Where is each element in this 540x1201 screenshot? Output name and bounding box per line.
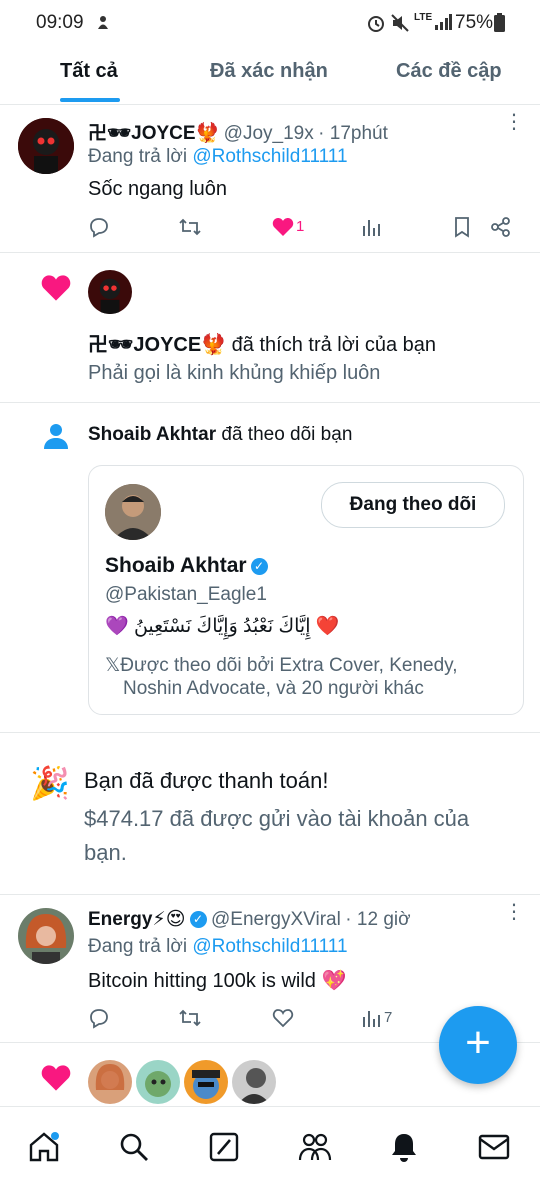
payment-body-line2: bạn. — [84, 840, 127, 865]
communities-icon[interactable] — [298, 1131, 332, 1163]
lte-label: LTE — [414, 12, 433, 23]
views-count: 7 — [384, 1009, 393, 1026]
search-icon[interactable] — [118, 1131, 150, 1163]
payment-body-line1: $474.17 đã được gửi vào tài khoản của — [84, 806, 470, 831]
notifications-icon[interactable] — [388, 1131, 420, 1163]
card-handle[interactable]: @Pakistan_Eagle1 — [105, 584, 267, 606]
notification-tabs: Tất cả Đã xác nhận Các đề cập — [0, 46, 540, 105]
handle[interactable]: @Joy_19x — [224, 123, 314, 144]
avatar[interactable] — [18, 118, 74, 174]
like-icon-filled[interactable] — [272, 217, 294, 237]
tweet-text: Bitcoin hitting 100k is wild 💖 — [88, 970, 347, 992]
avatar[interactable] — [232, 1060, 276, 1104]
display-name[interactable]: 卍🕶JOYCE🐦‍🔥 — [88, 123, 219, 144]
card-bio: 💜 إِيَّاكَ نَعْبُدُ وَإِيَّاكَ نَسْتَعِي… — [105, 616, 340, 637]
timestamp: · 17phút — [318, 123, 388, 144]
tab-all[interactable]: Tất cả — [60, 60, 118, 83]
action-text: đã theo dõi bạn — [221, 424, 353, 445]
more-options-icon[interactable]: ⋮ — [504, 902, 524, 922]
person-icon — [42, 422, 70, 450]
alarm-icon — [366, 13, 386, 33]
messages-icon[interactable] — [478, 1133, 510, 1161]
following-button[interactable]: Đang theo dõi — [321, 482, 505, 528]
action-text: đã thích trả lời của bạn — [231, 334, 437, 356]
more-options-icon[interactable]: ⋮ — [504, 112, 524, 132]
payment-title[interactable]: Bạn đã được thanh toán! — [84, 768, 328, 794]
handle[interactable]: @EnergyXViral — [211, 909, 341, 930]
followed-by-line2: Noshin Advocate, và 20 người khác — [123, 678, 424, 699]
avatar[interactable] — [88, 270, 132, 314]
compose-button[interactable]: + — [439, 1006, 517, 1084]
avatar[interactable] — [136, 1060, 180, 1104]
tweet-header: 卍🕶JOYCE🐦‍🔥 @Joy_19x · 17phút — [88, 118, 388, 145]
like-count: 1 — [296, 218, 305, 235]
tweet-text: Sốc ngang luôn — [88, 178, 228, 200]
card-display-name[interactable]: Shoaib Akhtar ✓ — [105, 554, 268, 578]
reply-prefix: Đang trả lời — [88, 146, 188, 167]
bottom-navigation — [0, 1106, 540, 1201]
reply-icon[interactable] — [88, 1007, 110, 1029]
reply-mention[interactable]: @Rothschild11111 — [192, 146, 347, 167]
avatar[interactable] — [88, 1060, 132, 1104]
reply-icon[interactable] — [88, 216, 110, 238]
like-notification-text[interactable]: 卍🕶JOYCE🐦‍🔥 đã thích trả lời của bạn — [88, 328, 436, 357]
status-bar: 09:09 LTE 75% — [0, 0, 540, 46]
followed-by-line1: 𝕏Được theo dõi bởi Extra Cover, Kenedy, — [105, 655, 458, 676]
like-icon[interactable] — [272, 1008, 294, 1028]
avatar[interactable] — [18, 908, 74, 964]
verified-badge-icon: ✓ — [189, 911, 207, 928]
verified-badge-icon: ✓ — [250, 558, 268, 575]
signal-icon — [434, 13, 452, 31]
tab-verified[interactable]: Đã xác nhận — [210, 60, 328, 83]
retweet-icon[interactable] — [178, 216, 202, 238]
bookmark-icon[interactable] — [452, 216, 472, 238]
card-name-text[interactable]: Shoaib Akhtar — [105, 554, 247, 577]
battery-percent: 75% — [455, 12, 494, 33]
reply-context: Đang trả lời @Rothschild11111 — [88, 936, 348, 958]
grok-icon[interactable] — [208, 1131, 240, 1163]
reply-mention[interactable]: @Rothschild11111 — [192, 936, 347, 957]
user-card[interactable]: Đang theo dõi Shoaib Akhtar ✓ @Pakistan_E… — [88, 465, 524, 715]
actor-name[interactable]: Shoaib Akhtar — [88, 424, 216, 445]
party-popper-icon: 🎉 — [30, 765, 70, 801]
reply-prefix: Đang trả lời — [88, 936, 188, 957]
avatar[interactable] — [184, 1060, 228, 1104]
reply-context: Đang trả lời @Rothschild11111 — [88, 146, 348, 168]
tweet-actions: 1 — [88, 216, 528, 240]
tweet-header: Energy⚡😍 ✓ @EnergyXViral · 12 giờ — [88, 908, 411, 931]
views-icon[interactable] — [360, 216, 382, 238]
divider — [0, 894, 540, 895]
status-time: 09:09 — [36, 12, 84, 33]
display-name[interactable]: Energy⚡😍 — [88, 909, 186, 930]
divider — [0, 402, 540, 403]
divider — [0, 252, 540, 253]
battery-icon — [494, 13, 505, 32]
views-icon[interactable] — [360, 1007, 382, 1029]
avatar[interactable] — [105, 484, 161, 540]
heart-icon — [40, 1064, 72, 1092]
divider — [0, 732, 540, 733]
timestamp: · 12 giờ — [345, 909, 411, 930]
heart-icon — [40, 274, 72, 302]
retweet-icon[interactable] — [178, 1007, 202, 1029]
tab-mentions[interactable]: Các đề cập — [396, 60, 502, 83]
share-icon[interactable] — [490, 216, 512, 238]
mute-icon — [390, 13, 410, 33]
home-icon[interactable] — [28, 1131, 60, 1163]
notification-app-icon — [96, 14, 110, 30]
follow-notification-text[interactable]: Shoaib Akhtar đã theo dõi bạn — [88, 424, 352, 446]
actor-name[interactable]: 卍🕶JOYCE🐦‍🔥 — [88, 334, 226, 356]
quoted-reply: Phải gọi là kinh khủng khiếp luôn — [88, 362, 381, 384]
active-tab-indicator — [60, 98, 120, 102]
